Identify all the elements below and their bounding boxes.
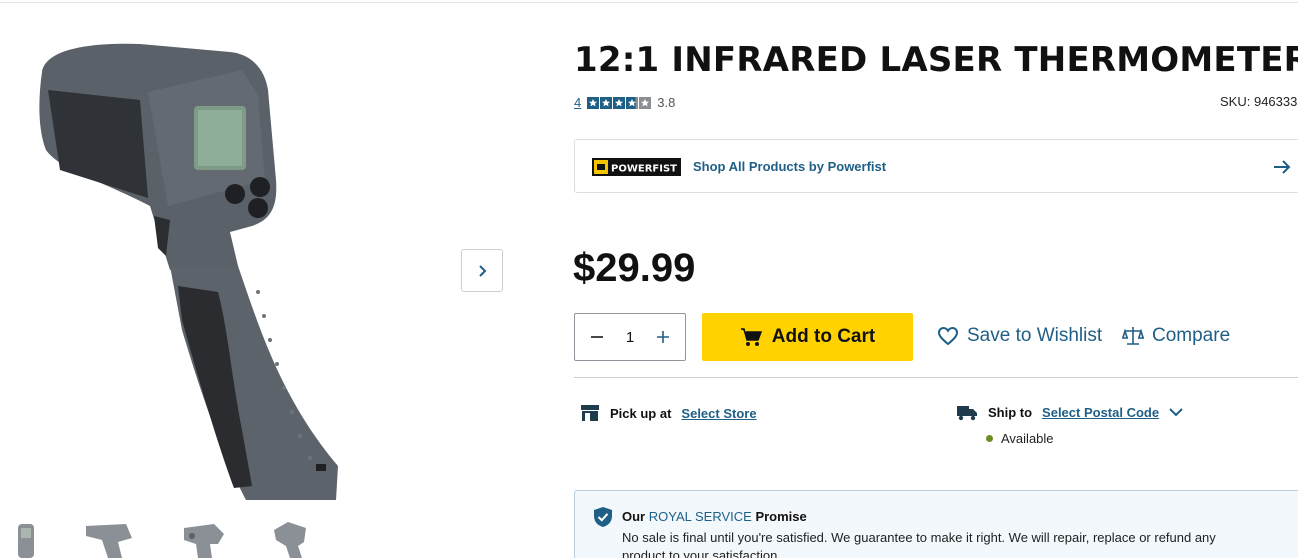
availability-status: Available [986, 431, 1054, 446]
promise-text: No sale is final until you're satisfied.… [622, 530, 1216, 558]
powerfist-logo: POWERFIST [592, 158, 681, 176]
promise-suffix: Promise [755, 509, 807, 524]
thumbnail-strip [0, 518, 340, 558]
thumbnail[interactable] [268, 518, 328, 558]
promise-title: Our ROYAL SERVICE Promise [622, 509, 807, 524]
product-image[interactable] [20, 30, 380, 510]
store-icon [581, 405, 599, 421]
compare-button[interactable]: Compare [1122, 325, 1230, 347]
product-gallery [0, 0, 540, 558]
brand-link-box[interactable]: POWERFIST Shop All Products by Powerfist [574, 139, 1298, 193]
arrow-right-icon [1274, 160, 1291, 174]
chevron-right-icon [479, 264, 487, 277]
pickup-option: Pick up at Select Store [580, 404, 757, 422]
star-filled-icon [600, 96, 613, 109]
product-title: 12:1 INFRARED LASER THERMOMETER [574, 40, 1298, 80]
thumbnail[interactable] [78, 518, 138, 558]
gallery-next-button[interactable] [461, 249, 503, 292]
star-filled-icon [613, 96, 626, 109]
wishlist-label: Save to Wishlist [967, 325, 1103, 346]
sku-label: SKU: [1220, 94, 1251, 109]
increase-quantity-button[interactable] [653, 327, 673, 347]
product-price: $29.99 [573, 246, 696, 290]
compare-label: Compare [1152, 325, 1231, 346]
ship-option: Ship to Select Postal Code [956, 403, 1183, 421]
sku-value: 946333 [1253, 94, 1298, 109]
chevron-down-icon[interactable] [1169, 407, 1183, 417]
star-filled-icon [587, 96, 600, 109]
save-to-wishlist-button[interactable]: Save to Wishlist [937, 325, 1102, 347]
brand-logo-text: POWERFIST [611, 164, 677, 175]
heart-icon [937, 326, 959, 346]
truck-icon [957, 406, 977, 421]
select-postal-code-link[interactable]: Select Postal Code [1042, 405, 1159, 420]
scale-icon [1122, 327, 1144, 345]
rating-summary: 4 3.8 [574, 95, 675, 110]
thumbnail[interactable] [6, 518, 46, 558]
shop-brand-link[interactable]: Shop All Products by Powerfist [693, 159, 886, 174]
sku: SKU: 946333 [1220, 94, 1297, 109]
quantity-stepper: 1 [574, 313, 686, 361]
section-divider [574, 377, 1298, 378]
star-empty-icon [639, 96, 652, 109]
shield-check-icon [594, 507, 612, 527]
promise-prefix: Our [622, 509, 646, 524]
add-to-cart-button[interactable]: Add to Cart [702, 313, 913, 361]
quantity-input[interactable]: 1 [626, 329, 634, 346]
royal-service-promise: Our ROYAL SERVICE Promise No sale is fin… [574, 490, 1298, 558]
status-dot [986, 435, 993, 442]
decrease-quantity-button[interactable] [587, 327, 607, 347]
availability-label: Available [1001, 431, 1054, 446]
review-count-link[interactable]: 4 [574, 95, 581, 110]
star-rating [587, 96, 652, 109]
promise-brand: ROYAL SERVICE [648, 509, 752, 524]
select-store-link[interactable]: Select Store [681, 406, 756, 421]
star-partial-icon [626, 96, 639, 109]
rating-value: 3.8 [657, 95, 676, 110]
ship-label: Ship to [988, 404, 1033, 420]
thumbnail[interactable] [174, 518, 234, 558]
plus-icon [657, 331, 669, 343]
cart-icon [740, 328, 762, 346]
add-to-cart-label: Add to Cart [771, 326, 876, 347]
minus-icon [591, 336, 603, 338]
pickup-label: Pick up at [610, 405, 672, 421]
